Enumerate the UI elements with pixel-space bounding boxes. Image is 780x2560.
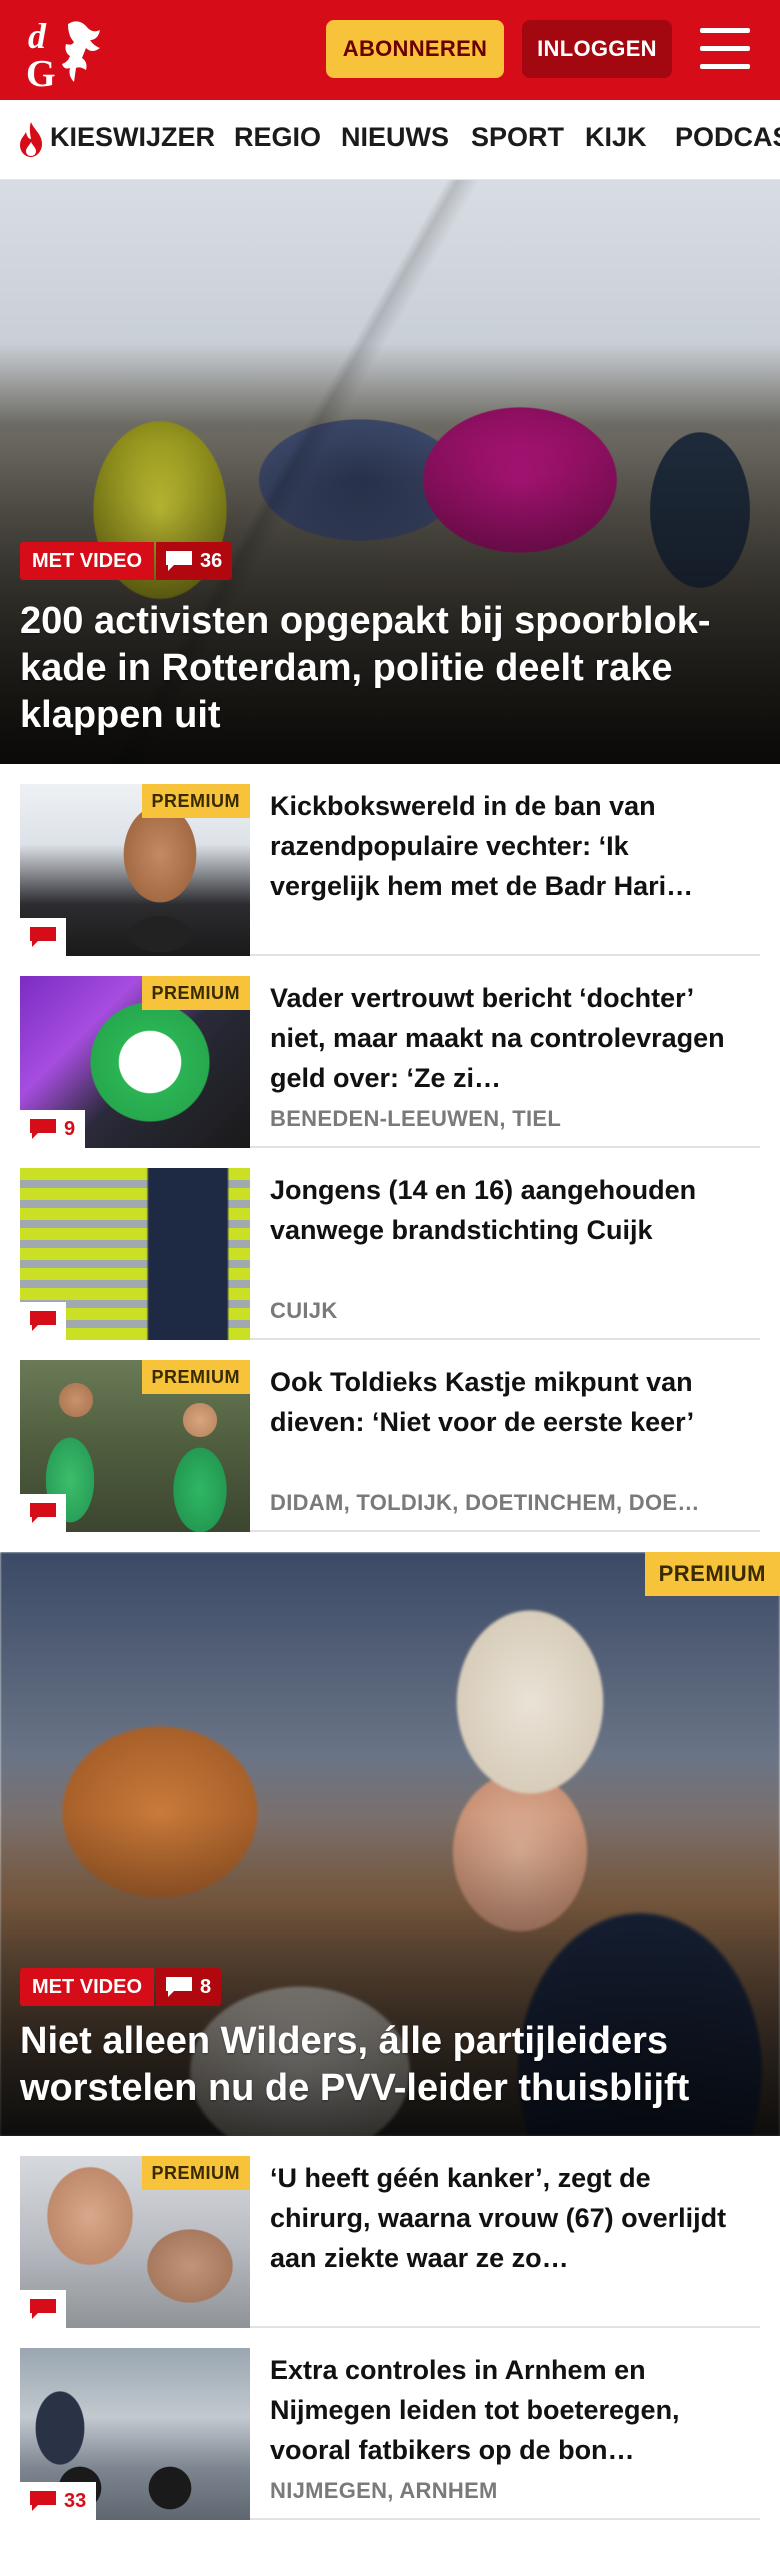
article-location[interactable]: BENEDEN-LEEUWEN, TIEL — [270, 1106, 740, 1132]
list-item[interactable]: Jongens (14 en 16) aangehouden vanwege b… — [20, 1148, 760, 1340]
comment-count: 8 — [200, 1975, 212, 1998]
list-item[interactable]: PREMIUM ‘U heeft géén kanker’, zegt de c… — [20, 2136, 760, 2328]
comment-chip[interactable]: 33 — [20, 2482, 97, 2520]
nav-item-kijk[interactable]: KIJK — [585, 122, 647, 153]
main-nav: KIESWIJZER REGIO NIEUWS SPORT KIJK PODCA… — [0, 100, 780, 180]
list-item[interactable]: 33 Extra controles in Arnhem en Nijmegen… — [20, 2328, 760, 2520]
article-title[interactable]: ‘U heeft géén kanker’, zegt de chirurg, … — [270, 2158, 740, 2278]
comment-chip[interactable] — [20, 1494, 66, 1532]
nav-item-podcast[interactable]: PODCAS — [675, 122, 780, 153]
hero-article[interactable]: MET VIDEO 36 200 activisten opgepakt bij… — [0, 180, 780, 764]
comment-chip[interactable] — [20, 918, 66, 956]
video-badge: MET VIDEO — [20, 1968, 155, 2006]
hero-article[interactable]: PREMIUM MET VIDEO 8 Niet alleen Wilders,… — [0, 1552, 780, 2136]
article-thumbnail: PREMIUM — [20, 2156, 250, 2328]
premium-badge: PREMIUM — [141, 784, 250, 818]
comment-count-badge[interactable]: 36 — [156, 542, 233, 580]
article-title[interactable]: Kickbokswereld in de ban van razendpopul… — [270, 786, 740, 906]
nav-item-kieswijzer[interactable]: KIESWIJZER — [50, 122, 215, 153]
hero-title[interactable]: Niet alleen Wilders, álle partijleiders … — [20, 2018, 760, 2112]
article-thumbnail — [20, 1168, 250, 1340]
article-title[interactable]: Vader vertrouwt bericht ‘dochter’ niet, … — [270, 978, 740, 1098]
premium-badge: PREMIUM — [141, 976, 250, 1010]
comment-icon — [30, 1119, 56, 1139]
comment-chip[interactable] — [20, 2290, 66, 2328]
article-location[interactable]: CUIJK — [270, 1298, 740, 1324]
list-item[interactable]: PREMIUM Ook Toldieks Kastje mikpunt van … — [20, 1340, 760, 1532]
site-header: d G ABONNEREN INLOGGEN — [0, 0, 780, 100]
premium-badge: PREMIUM — [141, 2156, 250, 2190]
article-thumbnail: PREMIUM 9 — [20, 976, 250, 1148]
svg-text:G: G — [26, 53, 56, 90]
menu-icon[interactable] — [700, 26, 752, 72]
hero-title[interactable]: 200 activisten opgepakt bij spoorblok-ka… — [20, 598, 760, 739]
article-title[interactable]: Jongens (14 en 16) aangehouden vanwege b… — [270, 1170, 740, 1250]
article-thumbnail: 33 — [20, 2348, 250, 2520]
comment-count: 9 — [64, 1117, 76, 1140]
nav-item-nieuws[interactable]: NIEUWS — [341, 122, 449, 153]
comment-icon — [30, 2491, 56, 2511]
nav-item-regio[interactable]: REGIO — [234, 122, 321, 153]
login-button[interactable]: INLOGGEN — [522, 20, 672, 78]
comment-count: 36 — [200, 549, 223, 572]
premium-badge: PREMIUM — [141, 1360, 250, 1394]
article-thumbnail: PREMIUM — [20, 784, 250, 956]
list-item[interactable]: PREMIUM Kickbokswereld in de ban van raz… — [20, 764, 760, 956]
comment-count-badge[interactable]: 8 — [156, 1968, 222, 2006]
comment-chip[interactable]: 9 — [20, 1110, 86, 1148]
comment-chip[interactable] — [20, 1302, 66, 1340]
flame-icon — [20, 122, 42, 157]
list-item[interactable]: PREMIUM 9 Vader vertrouwt bericht ‘docht… — [20, 956, 760, 1148]
nav-item-sport[interactable]: SPORT — [471, 122, 564, 153]
comment-icon — [30, 2299, 56, 2319]
comment-icon — [166, 551, 192, 571]
video-badge: MET VIDEO — [20, 542, 155, 580]
comment-icon — [30, 1311, 56, 1331]
comment-icon — [30, 1503, 56, 1523]
comment-icon — [30, 927, 56, 947]
svg-text:d: d — [28, 16, 47, 56]
site-logo[interactable]: d G — [24, 14, 120, 90]
article-thumbnail: PREMIUM — [20, 1360, 250, 1532]
subscribe-button[interactable]: ABONNEREN — [326, 20, 504, 78]
article-title[interactable]: Extra controles in Arnhem en Nijmegen le… — [270, 2350, 740, 2470]
comment-icon — [166, 1977, 192, 1997]
premium-badge: PREMIUM — [644, 1552, 780, 1596]
article-location[interactable]: NIJMEGEN, ARNHEM — [270, 2478, 740, 2504]
comment-count: 33 — [64, 2489, 87, 2512]
article-location[interactable]: DIDAM, TOLDIJK, DOETINCHEM, DOE… — [270, 1490, 740, 1516]
article-title[interactable]: Ook Toldieks Kastje mikpunt van dieven: … — [270, 1362, 740, 1442]
